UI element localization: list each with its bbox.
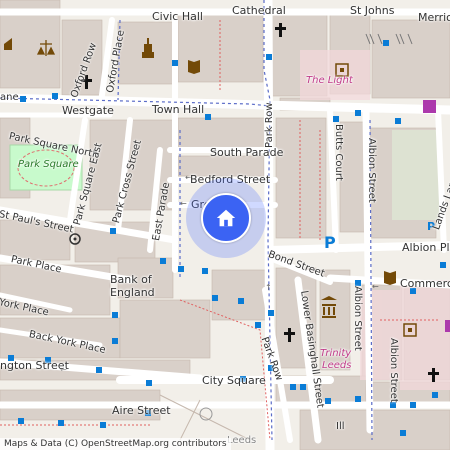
- poi-label-trinity-leeds-1: Trinity: [320, 348, 352, 359]
- street-label-albion-street-north: Albion Street: [366, 138, 377, 203]
- location-marker[interactable]: [186, 178, 266, 258]
- shop-icon: [423, 100, 436, 113]
- street-label-albion-street-south: Albion Street: [388, 338, 399, 403]
- home-marker-button[interactable]: [201, 193, 251, 243]
- street-label-park-row-north: Park Row: [264, 102, 275, 148]
- street-label-butts-court: Butts Court: [333, 124, 344, 181]
- station-label-leeds: Leeds: [227, 435, 257, 446]
- svg-text:↑: ↑: [265, 283, 272, 292]
- svg-text:←: ←: [180, 199, 187, 208]
- street-label-aire-street: Aire Street: [112, 404, 171, 417]
- street-label-merrion: Merrio: [418, 11, 450, 24]
- poi-label-bank-of-england-2: England: [110, 286, 155, 299]
- poi-label-the-light: The Light: [306, 75, 353, 86]
- map-attribution: Maps & Data (C) OpenStreetMap.org contri…: [0, 438, 231, 450]
- street-label-westgate: Westgate: [62, 104, 114, 117]
- park-label-park-square: Park Square: [18, 159, 79, 170]
- street-label-town-hall: Town Hall: [152, 103, 205, 116]
- street-label-albion-place: Albion Place: [402, 241, 450, 254]
- street-label-south-parade: South Parade: [210, 146, 284, 159]
- street-label-city-square: City Square: [202, 374, 266, 387]
- street-label-cathedral: Cathedral: [232, 4, 286, 17]
- home-icon: [216, 209, 236, 227]
- street-label-albion-street-mid: Albion Street: [352, 286, 363, 351]
- street-label-wellington-street: ngton Street: [0, 359, 69, 372]
- svg-text:←: ←: [372, 282, 379, 291]
- street-label-ill: Ill: [336, 421, 345, 432]
- street-label-commercial-street: Commercial: [400, 277, 450, 290]
- poi-label-bank-of-england-1: Bank of: [110, 273, 152, 286]
- street-label-lane: ane: [0, 92, 19, 103]
- parking-icon: P: [324, 233, 336, 252]
- poi-label-trinity-leeds-2: Leeds: [322, 360, 352, 371]
- map-view[interactable]: P P ← ← → ← ← ↑ Civic Hall Cathedral St …: [0, 0, 450, 450]
- street-label-civic-hall: Civic Hall: [152, 10, 203, 23]
- street-label-st-johns: St Johns: [350, 4, 395, 17]
